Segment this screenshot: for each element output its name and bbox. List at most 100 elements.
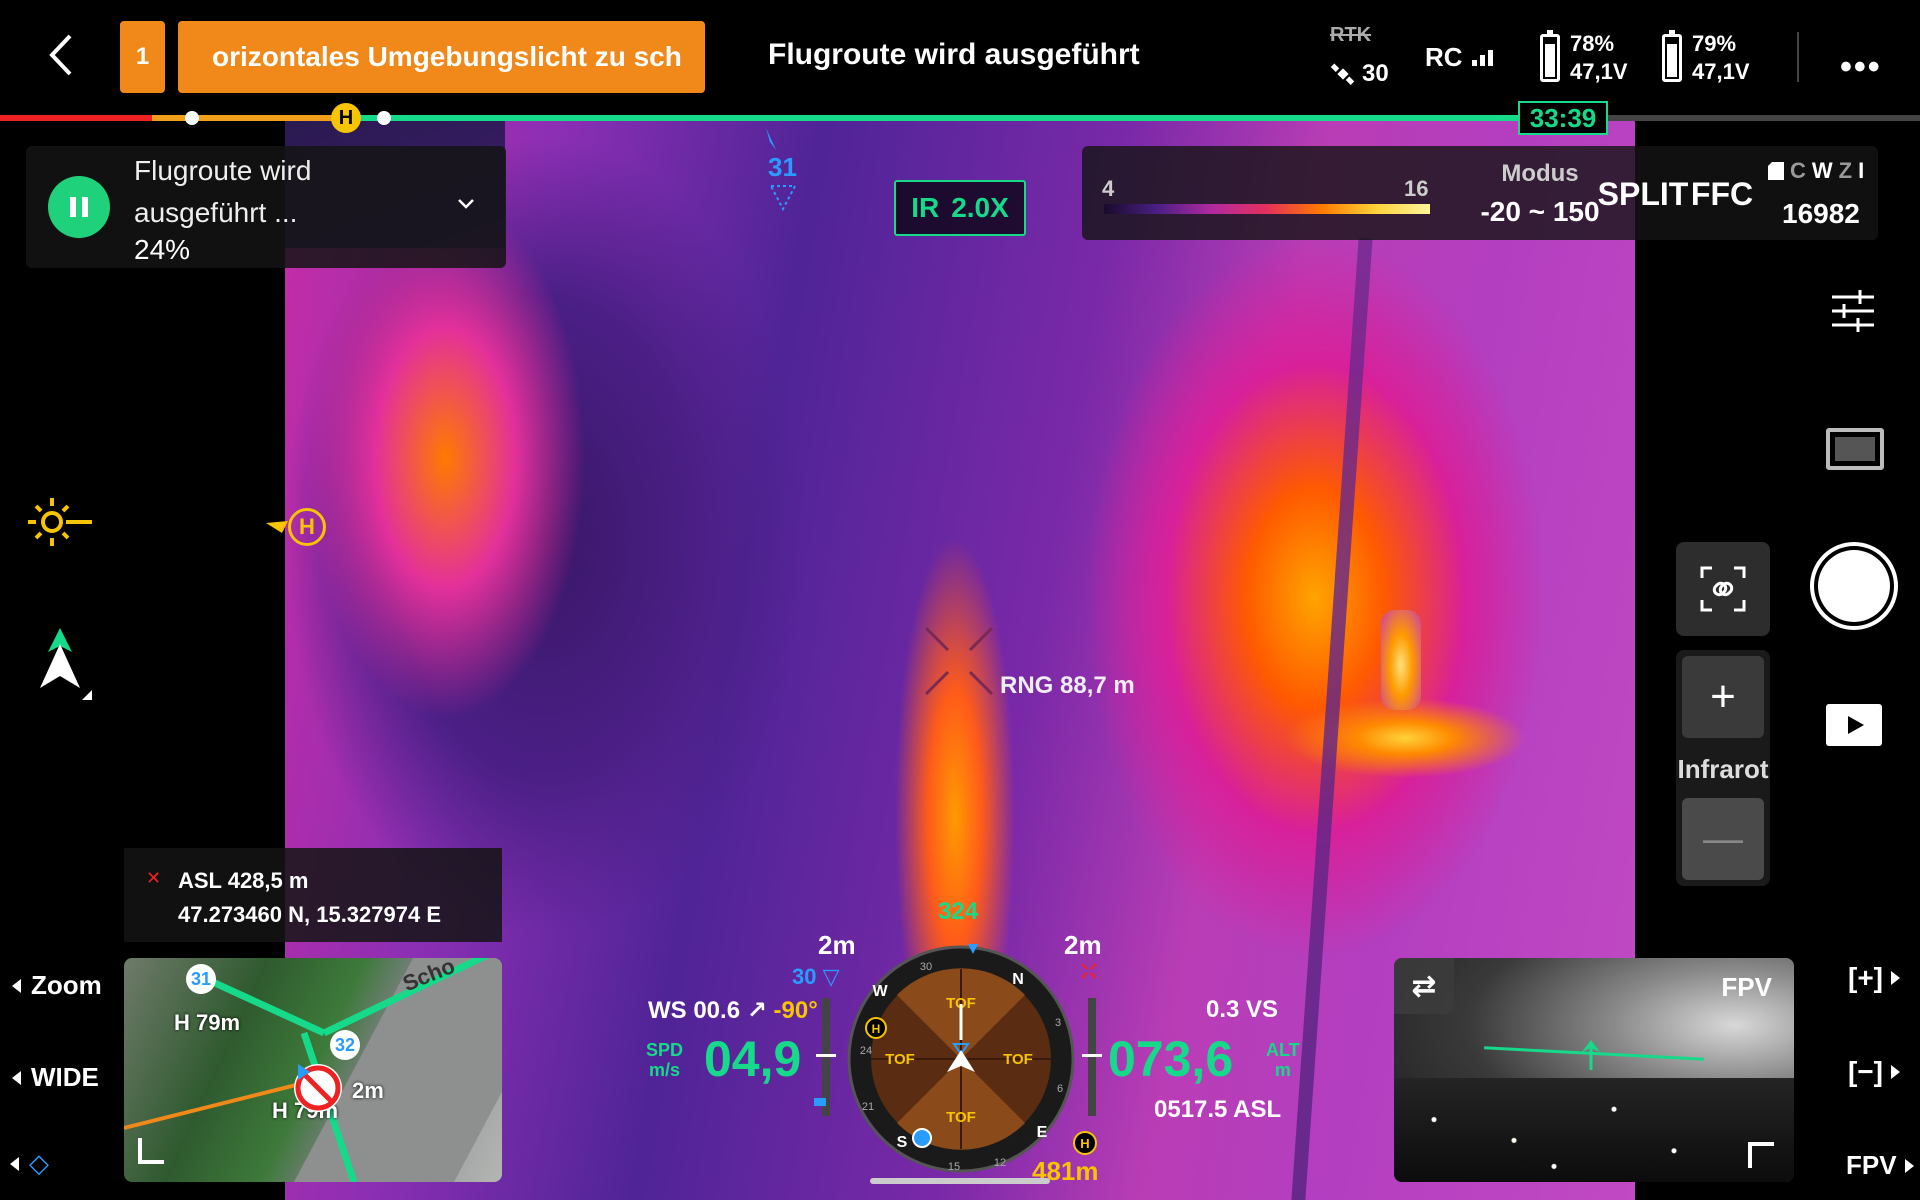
compass-tick: 6 [1057,1083,1063,1095]
target-lock-button[interactable] [1676,542,1770,636]
thermal-road-edge [1291,238,1373,1200]
map-layer-button[interactable]: ◇ [10,1148,49,1179]
wind-speed: WS 00.6 [648,997,741,1024]
fpv-toggle-button[interactable]: FPV [1846,1150,1914,1181]
back-button[interactable] [42,30,82,80]
battery-2-percent: 79% [1692,31,1737,56]
coordinates-readout: 47.273460 N, 15.327974 E [178,902,442,927]
satellite-status[interactable]: 30 [1330,60,1389,88]
route-progress-bar [0,115,1920,121]
zoom-out-button[interactable]: — [1682,798,1764,880]
fpv-toggle-label: FPV [1846,1150,1897,1180]
zoom-lens-button[interactable]: Zoom [12,970,102,1001]
compass-north: N [1012,971,1024,988]
tof-sensor-left: TOF [885,1051,915,1068]
compass-west: W [872,983,888,1000]
battery-1-voltage: 47,1V [1570,59,1628,84]
route-waypoint-dot [185,111,199,125]
thermal-car [1381,610,1421,710]
satellite-icon [1330,63,1355,85]
compass-east: E [1037,1124,1048,1141]
waypoint-triangle-icon: ▽ [822,964,840,989]
speed-value: 04,9 [704,1031,802,1087]
pause-button[interactable] [48,176,110,238]
route-segment-return [152,115,340,121]
camera-mode-label: Infrarot [1677,754,1769,784]
more-menu-button[interactable]: ••• [1840,48,1882,87]
caret-right-icon [1904,1158,1914,1173]
map-waypoint-31[interactable]: 31 [186,964,216,994]
thermal-settings-panel: 4 16 Modus -20 ~ 150 SPLIT FFC C W Z I 1… [1082,146,1878,240]
caret-left-icon [10,1156,19,1171]
ir-zoom-indicator[interactable]: IR 2.0X [894,180,1026,236]
flight-route-progress: 24% [134,234,191,265]
drone-position-icon [294,1064,342,1112]
altitude-unit: ALT m [1266,1040,1300,1080]
route-waypoint-dot [377,111,391,125]
mini-map[interactable]: 31 32 H 79m H 79m 2m Scho [124,958,502,1182]
top-bar: 1 orizontales Umgebungslicht zu sch Flug… [0,0,1920,112]
remaining-flight-time: 33:39 [1518,101,1608,135]
rtk-status[interactable]: RTK [1330,24,1371,47]
fpv-zoom-in-button[interactable]: [+] [1848,962,1900,994]
wide-lens-button[interactable]: WIDE [12,1062,99,1093]
display-mode-button[interactable] [1826,428,1884,470]
storage-lens-selector[interactable]: C W Z I [1768,158,1864,184]
zoom-in-button[interactable]: + [1682,656,1764,738]
palette-min: 4 [1102,176,1115,201]
speed-unit-value: m/s [648,1060,681,1080]
chevron-down-icon[interactable] [454,192,478,216]
color-palette-bar[interactable] [1104,204,1430,214]
route-segment-completed [0,115,152,121]
navigation-arrow-icon[interactable] [34,628,94,700]
home-point-marker: H [331,103,361,133]
lens-c: C [1790,158,1806,183]
fpv-zoom-out-button[interactable]: [−] [1848,1056,1900,1088]
settings-sliders-icon[interactable] [1830,288,1876,334]
ir-zoom-level: 2.0X [951,192,1009,223]
compass-tick: 24 [860,1045,872,1057]
home-label: H [288,508,326,546]
warning-banner[interactable]: orizontales Umgebungslicht zu sch [178,21,705,93]
home-pointer-icon [266,521,288,533]
satellite-count: 30 [1362,60,1389,87]
home-distance-icon: H [1073,1131,1097,1155]
vertical-speed: 0.3 VS [1206,996,1279,1023]
route-segment-remaining [340,115,1518,121]
warning-count-badge[interactable]: 1 [120,21,165,93]
shutter-button[interactable] [1810,542,1898,630]
battery-2[interactable]: 79% 47,1V [1662,30,1750,86]
home-indicator-bar [870,1178,1050,1184]
waypoint-direction-icon [766,128,776,150]
asl-readout: ASL 428,5 m [178,868,309,893]
battery-icon [1540,30,1560,82]
map-waypoint-32[interactable]: 32 [330,1030,360,1060]
battery-2-voltage: 47,1V [1692,59,1750,84]
battery-1[interactable]: 78% 47,1V [1540,30,1628,86]
caret-right-icon [1891,971,1900,985]
sun-exposure-icon[interactable] [28,490,92,554]
map-expand-icon[interactable] [138,1138,164,1164]
compass-south: S [897,1134,908,1151]
speed-scale-bar [814,998,836,1116]
swap-view-button[interactable]: ⇄ [1394,958,1454,1014]
altitude-unit-label: ALT [1266,1040,1300,1060]
flight-route-panel[interactable]: Flugroute wird ausgeführt ... 24% [26,146,506,268]
heading-value: 324 [938,898,979,925]
home-direction-marker: H [266,508,326,546]
wide-lens-label: WIDE [31,1062,99,1092]
tof-sensor-rear: TOF [946,1109,976,1126]
crosshair-icon [924,626,994,696]
rc-signal[interactable]: RC [1425,42,1493,73]
compass-tick: 21 [862,1101,874,1113]
diamond-icon: ◇ [29,1148,49,1178]
waypoint-marker-31: 31 [766,128,798,213]
fpv-preview[interactable]: ⇄ FPV [1394,958,1794,1182]
map-distance-label: 2m [352,1078,384,1103]
lens-z: Z [1838,158,1853,183]
fpv-expand-icon[interactable] [1748,1142,1774,1168]
ffc-button[interactable]: FFC [1682,176,1762,213]
speed-unit: SPD m/s [646,1040,683,1080]
playback-button[interactable] [1826,704,1882,746]
altitude-value: 073,6 [1108,1031,1234,1087]
